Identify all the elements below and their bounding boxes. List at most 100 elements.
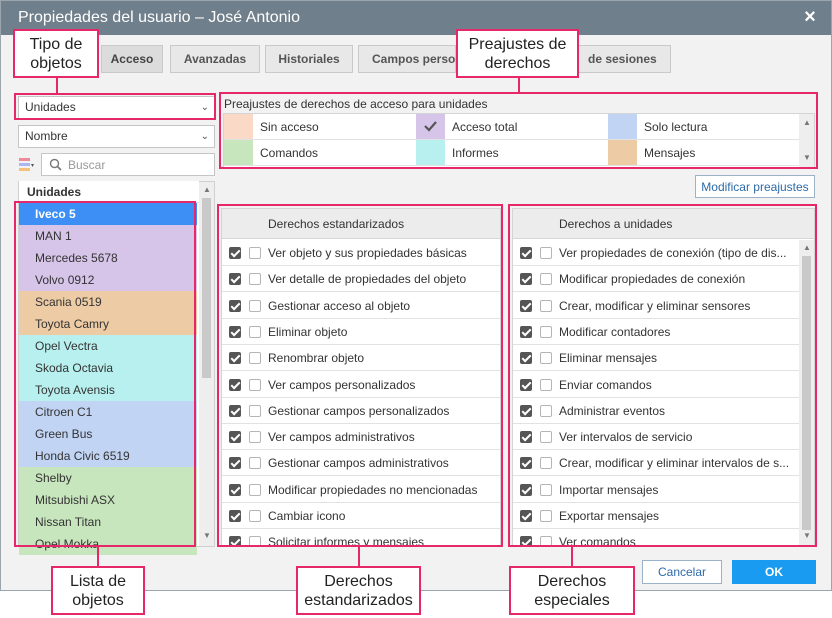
rights-checkbox-secondary[interactable]	[249, 325, 261, 338]
rights-checkbox-secondary[interactable]	[540, 404, 552, 417]
scroll-up-icon[interactable]: ▲	[803, 244, 811, 252]
rights-checkbox[interactable]	[520, 510, 532, 522]
tab-avanzadas[interactable]: Avanzadas	[170, 45, 260, 73]
rights-checkbox-secondary[interactable]	[540, 378, 552, 391]
object-list-item[interactable]: Green Bus	[19, 423, 197, 445]
object-list-item[interactable]: Honda Civic 6519	[19, 445, 197, 467]
scroll-down-icon[interactable]: ▼	[803, 532, 811, 540]
rights-checkbox[interactable]	[229, 431, 241, 444]
rights-checkbox-secondary[interactable]	[540, 457, 552, 470]
object-list-item[interactable]: MAN 1	[19, 225, 197, 247]
preset-item[interactable]: Solo lectura	[608, 114, 799, 140]
object-list-item[interactable]: Nissan Titan	[19, 511, 197, 533]
rights-checkbox[interactable]	[520, 431, 532, 444]
rights-checkbox-secondary[interactable]	[540, 299, 552, 312]
rights-checkbox-secondary[interactable]	[249, 352, 261, 365]
object-list-item[interactable]: Volvo 0912	[19, 269, 197, 291]
rights-checkbox-secondary[interactable]	[540, 536, 552, 545]
scroll-down-icon[interactable]: ▼	[203, 532, 211, 540]
rights-checkbox-secondary[interactable]	[249, 510, 261, 522]
close-icon[interactable]: ×	[801, 7, 819, 27]
rights-checkbox-secondary[interactable]	[540, 510, 552, 522]
rights-checkbox-secondary[interactable]	[249, 247, 261, 259]
preset-color-swatch	[224, 140, 253, 165]
rights-row: Modificar propiedades de conexión	[513, 266, 799, 293]
preset-item[interactable]: Sin acceso	[224, 114, 416, 140]
rights-checkbox[interactable]	[520, 457, 532, 470]
rights-checkbox[interactable]	[229, 457, 241, 470]
ok-button[interactable]: OK	[732, 560, 816, 584]
preset-item[interactable]: Informes	[416, 140, 608, 166]
object-list-item[interactable]: Opel Mokka	[19, 533, 197, 555]
object-list-scroll-thumb[interactable]	[202, 198, 211, 378]
rights-label: Ver campos administrativos	[268, 430, 415, 445]
rights-checkbox[interactable]	[520, 299, 532, 312]
rights-checkbox[interactable]	[229, 352, 241, 365]
rights-checkbox[interactable]	[229, 325, 241, 338]
preset-label: Comandos	[260, 146, 319, 160]
rights-checkbox-secondary[interactable]	[249, 273, 261, 286]
rights-checkbox[interactable]	[229, 273, 241, 286]
rights-row: Crear, modificar y eliminar intervalos d…	[513, 450, 799, 477]
scroll-up-icon[interactable]: ▲	[203, 186, 211, 194]
rights-checkbox[interactable]	[229, 536, 241, 545]
color-filter-icon[interactable]	[18, 156, 36, 174]
rights-checkbox-secondary[interactable]	[540, 352, 552, 365]
rights-checkbox[interactable]	[520, 483, 532, 496]
rights-checkbox-secondary[interactable]	[249, 378, 261, 391]
rights-checkbox-secondary[interactable]	[249, 299, 261, 312]
rights-checkbox-secondary[interactable]	[249, 431, 261, 444]
tab-acceso[interactable]: Acceso	[101, 45, 163, 73]
object-list-item[interactable]: Shelby	[19, 467, 197, 489]
object-list-item[interactable]: Toyota Camry	[19, 313, 197, 335]
object-list-item[interactable]: Iveco 5	[19, 203, 197, 225]
tab-historiales[interactable]: Historiales	[265, 45, 353, 73]
rights-checkbox[interactable]	[520, 352, 532, 365]
rights-checkbox[interactable]	[229, 299, 241, 312]
object-list-item[interactable]: Toyota Avensis	[19, 379, 197, 401]
rights-checkbox-secondary[interactable]	[540, 273, 552, 286]
rights-checkbox[interactable]	[520, 325, 532, 338]
rights-checkbox-secondary[interactable]	[249, 457, 261, 470]
unit-rights-scrollbar[interactable]: ▲ ▼	[799, 240, 814, 545]
object-list-item[interactable]: Scania 0519	[19, 291, 197, 313]
object-list-item[interactable]: Mercedes 5678	[19, 247, 197, 269]
connector-line	[56, 78, 58, 94]
rights-checkbox[interactable]	[229, 404, 241, 417]
rights-checkbox[interactable]	[229, 378, 241, 391]
unit-rights-scroll-thumb[interactable]	[802, 256, 811, 530]
rights-checkbox[interactable]	[229, 483, 241, 496]
object-list-item[interactable]: Skoda Octavia	[19, 357, 197, 379]
rights-checkbox-secondary[interactable]	[249, 536, 261, 545]
preset-item[interactable]: Acceso total	[416, 114, 608, 140]
tab-campos-personalizados[interactable]: Campos perso	[358, 45, 456, 73]
preset-item[interactable]: Comandos	[224, 140, 416, 166]
rights-checkbox-secondary[interactable]	[540, 247, 552, 259]
preset-item[interactable]: Mensajes	[608, 140, 799, 166]
rights-checkbox[interactable]	[520, 378, 532, 391]
rights-checkbox[interactable]	[520, 404, 532, 417]
rights-checkbox-secondary[interactable]	[540, 325, 552, 338]
object-list-item[interactable]: Citroen C1	[19, 401, 197, 423]
modify-presets-button[interactable]: Modificar preajustes	[695, 175, 815, 198]
object-type-select[interactable]: Unidades ⌄	[18, 96, 215, 119]
rights-label: Ver objeto y sus propiedades básicas	[268, 246, 467, 260]
scroll-down-icon[interactable]: ▼	[803, 154, 811, 162]
object-list-scrollbar[interactable]: ▲ ▼	[199, 182, 214, 546]
object-list-item[interactable]: Opel Vectra	[19, 335, 197, 357]
object-list-item[interactable]: Mitsubishi ASX	[19, 489, 197, 511]
rights-checkbox[interactable]	[229, 247, 241, 259]
sort-select[interactable]: Nombre ⌄	[18, 125, 215, 148]
presets-scrollbar[interactable]: ▲ ▼	[799, 114, 814, 167]
rights-checkbox-secondary[interactable]	[249, 483, 261, 496]
rights-checkbox[interactable]	[520, 273, 532, 286]
rights-checkbox[interactable]	[520, 536, 532, 545]
rights-checkbox[interactable]	[229, 510, 241, 522]
rights-checkbox-secondary[interactable]	[540, 431, 552, 444]
rights-checkbox-secondary[interactable]	[540, 483, 552, 496]
scroll-up-icon[interactable]: ▲	[803, 119, 811, 127]
rights-checkbox-secondary[interactable]	[249, 404, 261, 417]
search-box[interactable]: Buscar	[41, 153, 215, 176]
cancel-button[interactable]: Cancelar	[642, 560, 722, 584]
rights-checkbox[interactable]	[520, 247, 532, 259]
